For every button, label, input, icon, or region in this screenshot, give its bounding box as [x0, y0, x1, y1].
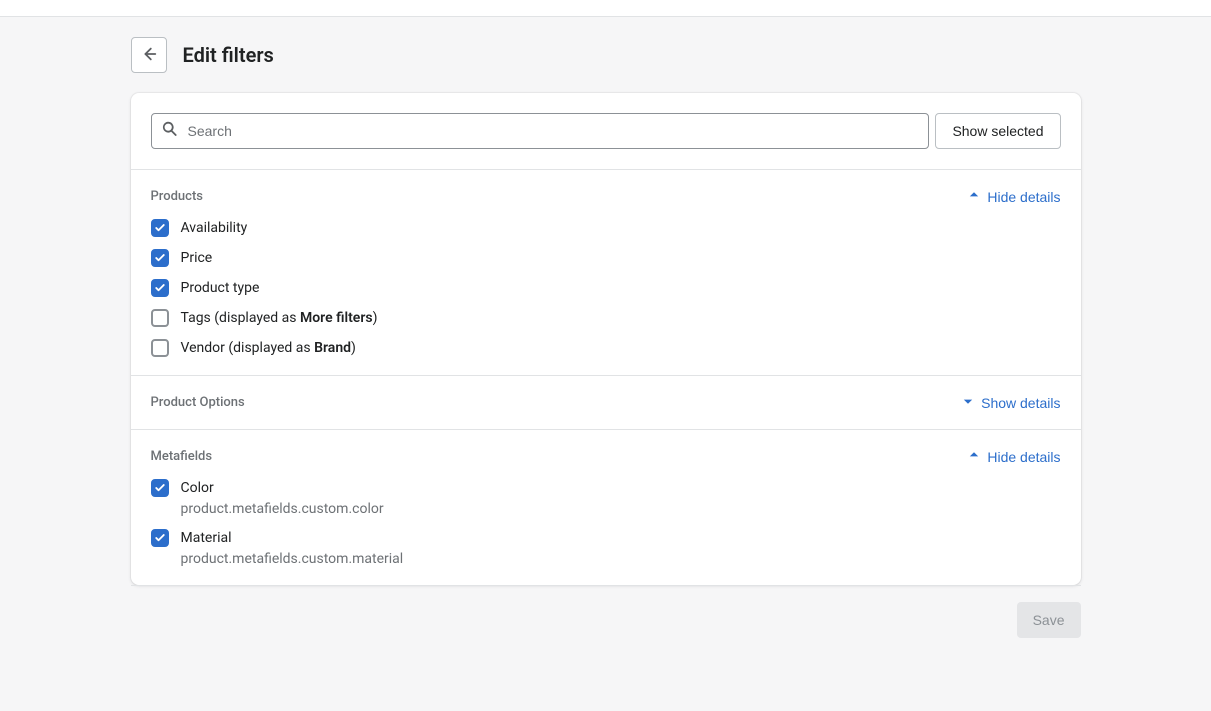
checkbox-tags[interactable] [151, 309, 169, 327]
page-container: Edit filters Show selected Products [131, 17, 1081, 684]
back-button[interactable] [131, 37, 167, 73]
filter-item-material: Material product.metafields.custom.mater… [151, 529, 1061, 567]
filter-item-vendor: Vendor (displayed as Brand) [151, 339, 1061, 357]
filter-item-availability: Availability [151, 219, 1061, 237]
filter-label-wrap: Material product.metafields.custom.mater… [181, 529, 404, 567]
products-filter-list: Availability Price Product [151, 219, 1061, 357]
search-wrapper [151, 113, 930, 149]
section-product-options: Product Options Show details [131, 376, 1081, 430]
section-metafields-head: Metafields Hide details [151, 448, 1061, 465]
metafields-toggle-button[interactable]: Hide details [967, 448, 1060, 465]
arrow-left-icon [140, 45, 158, 66]
metafields-filter-list: Color product.metafields.custom.color Ma… [151, 479, 1061, 567]
filter-label-wrap: Tags (displayed as More filters) [181, 309, 378, 327]
show-selected-button[interactable]: Show selected [935, 113, 1060, 149]
page-title: Edit filters [183, 43, 274, 67]
checkbox-material[interactable] [151, 529, 169, 547]
section-product-options-head: Product Options Show details [151, 394, 1061, 411]
filter-label: Color [181, 479, 384, 497]
checkbox-color[interactable] [151, 479, 169, 497]
section-metafields-title: Metafields [151, 449, 213, 464]
filter-item-color: Color product.metafields.custom.color [151, 479, 1061, 517]
products-toggle-button[interactable]: Hide details [967, 188, 1060, 205]
checkbox-availability[interactable] [151, 219, 169, 237]
top-bar [0, 0, 1211, 17]
chevron-up-icon [967, 448, 981, 465]
filter-label-wrap: Price [181, 249, 213, 267]
section-products: Products Hide details Availability [131, 170, 1081, 376]
filters-card: Show selected Products Hide details [131, 93, 1081, 585]
save-button[interactable]: Save [1017, 602, 1081, 638]
section-metafields: Metafields Hide details Color product.me… [131, 430, 1081, 585]
section-products-title: Products [151, 189, 203, 204]
products-toggle-label: Hide details [987, 189, 1060, 205]
section-product-options-title: Product Options [151, 395, 245, 410]
metafields-toggle-label: Hide details [987, 449, 1060, 465]
filter-sub: product.metafields.custom.material [181, 551, 404, 567]
filter-label-wrap: Product type [181, 279, 260, 297]
filter-label: Tags (displayed as More filters) [181, 309, 378, 327]
product-options-toggle-label: Show details [981, 395, 1060, 411]
section-products-head: Products Hide details [151, 188, 1061, 205]
page-header: Edit filters [131, 37, 1081, 73]
page-footer: Save [131, 585, 1081, 654]
search-row: Show selected [131, 93, 1081, 170]
filter-item-tags: Tags (displayed as More filters) [151, 309, 1061, 327]
filter-label-wrap: Color product.metafields.custom.color [181, 479, 384, 517]
filter-item-price: Price [151, 249, 1061, 267]
filter-item-product-type: Product type [151, 279, 1061, 297]
filter-label: Price [181, 249, 213, 267]
filter-label-wrap: Availability [181, 219, 248, 237]
product-options-toggle-button[interactable]: Show details [961, 394, 1060, 411]
checkbox-vendor[interactable] [151, 339, 169, 357]
filter-label: Vendor (displayed as Brand) [181, 339, 356, 357]
chevron-up-icon [967, 188, 981, 205]
filter-sub: product.metafields.custom.color [181, 501, 384, 517]
chevron-down-icon [961, 394, 975, 411]
filter-label-wrap: Vendor (displayed as Brand) [181, 339, 356, 357]
filter-label: Availability [181, 219, 248, 237]
filter-label: Product type [181, 279, 260, 297]
checkbox-price[interactable] [151, 249, 169, 267]
filter-label: Material [181, 529, 404, 547]
search-input[interactable] [151, 113, 930, 149]
checkbox-product-type[interactable] [151, 279, 169, 297]
